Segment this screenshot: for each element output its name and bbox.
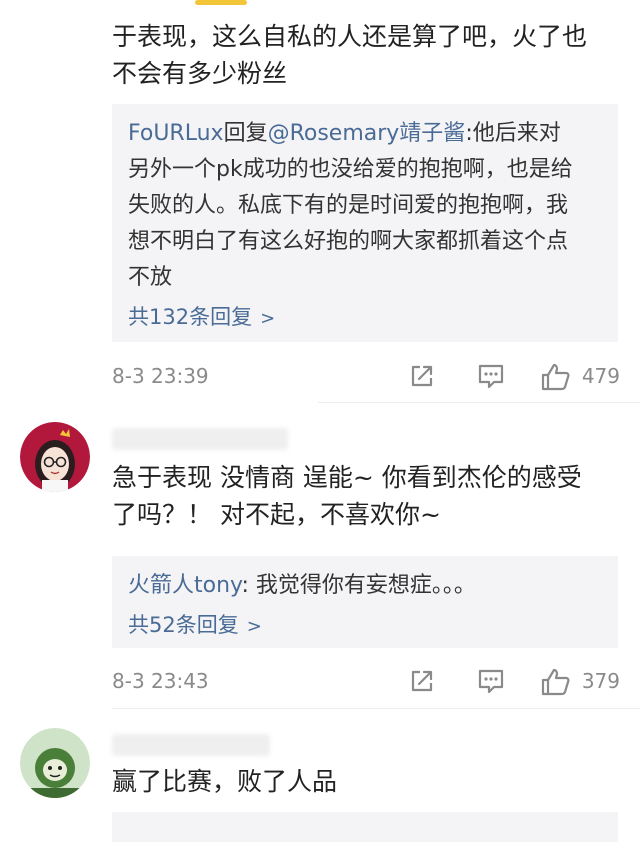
share-icon[interactable] bbox=[408, 667, 436, 699]
reply-target[interactable]: @Rosemary靖子酱 bbox=[268, 121, 466, 146]
reply-box-2[interactable]: 火箭人tony: 我觉得你有妄想症。。。 共52条回复 > bbox=[112, 556, 618, 648]
chevron-right-icon: > bbox=[246, 616, 262, 637]
more-replies-label: 共132条回复 bbox=[128, 305, 253, 329]
avatar[interactable] bbox=[20, 728, 90, 798]
reply-1-line-4: 想不明白了有这么好抱的啊大家都抓着这个点 bbox=[128, 229, 569, 254]
reply-author[interactable]: FoURLux bbox=[128, 121, 224, 146]
comment-3-line-1: 赢了比赛，败了人品 bbox=[112, 767, 338, 796]
reply-text: :他后来对 bbox=[465, 121, 561, 146]
timestamp: 8-3 23:39 bbox=[112, 364, 209, 388]
comment-1-meta: 8-3 23:39 479 bbox=[112, 360, 624, 392]
thumbs-up-icon[interactable] bbox=[540, 362, 572, 396]
comment-1-line-1: 于表现，这么自私的人还是算了吧，火了也 bbox=[112, 22, 588, 51]
comment-1-text: 于表现，这么自私的人还是算了吧，火了也 不会有多少粉丝 bbox=[112, 18, 587, 92]
comment-1-line-2: 不会有多少粉丝 bbox=[112, 59, 288, 88]
like-count: 379 bbox=[581, 669, 620, 693]
username[interactable] bbox=[112, 428, 288, 450]
comment-2-meta: 8-3 23:43 379 bbox=[112, 665, 624, 697]
reply-1-line-3: 失败的人。私底下有的是时间爱的抱抱啊，我 bbox=[128, 193, 569, 218]
reply-box-1[interactable]: FoURLux回复@Rosemary靖子酱:他后来对 另外一个pk成功的也没给爱… bbox=[112, 104, 618, 342]
reply-1-line-2: 另外一个pk成功的也没给爱的抱抱啊，也是给 bbox=[128, 157, 573, 182]
reply-author[interactable]: 火箭人tony bbox=[128, 573, 241, 598]
like-count: 479 bbox=[581, 364, 620, 388]
reply-2-line-1: 火箭人tony: 我觉得你有妄想症。。。 bbox=[128, 568, 602, 604]
reply-box-3[interactable] bbox=[112, 812, 618, 842]
chevron-right-icon: > bbox=[260, 308, 276, 329]
reply-1-line-5: 不放 bbox=[128, 265, 173, 290]
avatar[interactable] bbox=[20, 422, 90, 492]
more-replies-link[interactable]: 共132条回复 > bbox=[128, 300, 602, 336]
comment-icon[interactable] bbox=[476, 362, 506, 394]
highlight-bar bbox=[195, 0, 247, 5]
reply-verb: 回复 bbox=[223, 121, 268, 146]
reply-text: : 我觉得你有妄想症。。。 bbox=[241, 573, 476, 598]
more-replies-label: 共52条回复 bbox=[128, 613, 239, 637]
reply-1-line-1: FoURLux回复@Rosemary靖子酱:他后来对 bbox=[128, 116, 602, 152]
comment-icon[interactable] bbox=[476, 667, 506, 699]
comment-2-line-2: 了吗？！ 对不起，不喜欢你~ bbox=[112, 500, 441, 529]
username[interactable] bbox=[112, 734, 270, 756]
share-icon[interactable] bbox=[408, 362, 436, 394]
comment-2-text: 急于表现 没情商 逞能~ 你看到杰伦的感受 了吗？！ 对不起，不喜欢你~ bbox=[112, 459, 582, 533]
comment-3-text: 赢了比赛，败了人品 bbox=[112, 763, 337, 800]
thumbs-up-icon[interactable] bbox=[540, 667, 572, 701]
comment-2-line-1: 急于表现 没情商 逞能~ 你看到杰伦的感受 bbox=[112, 463, 582, 492]
divider bbox=[112, 708, 640, 709]
timestamp: 8-3 23:43 bbox=[112, 669, 209, 693]
more-replies-link[interactable]: 共52条回复 > bbox=[128, 608, 602, 644]
divider bbox=[318, 402, 640, 403]
